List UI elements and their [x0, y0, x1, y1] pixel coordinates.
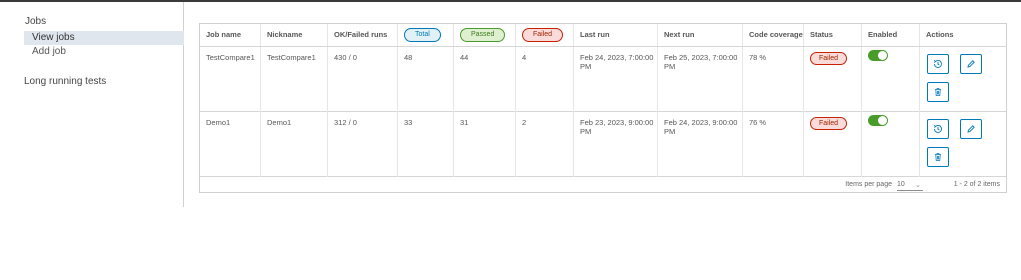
column-header-passed[interactable]: Passed [454, 24, 516, 46]
run-history-button[interactable] [927, 54, 949, 74]
column-header-status[interactable]: Status [804, 24, 862, 46]
cell-enabled [862, 112, 920, 177]
toggle-knob [878, 116, 887, 125]
delete-job-button[interactable] [927, 147, 949, 167]
pencil-icon [967, 125, 975, 133]
sidebar-group-jobs: Jobs [25, 16, 47, 27]
cell-next-run: Feb 24, 2023, 9:00:00 PM [658, 112, 743, 177]
column-header-enabled[interactable]: Enabled [862, 24, 920, 46]
sidebar-item-long-running-tests[interactable]: Long running tests [24, 76, 106, 87]
cell-failed: 2 [516, 112, 574, 177]
enabled-toggle[interactable] [868, 50, 888, 61]
sidebar-item-view-jobs[interactable]: View jobs [24, 31, 184, 45]
cell-failed: 4 [516, 47, 574, 112]
status-badge: Failed [810, 117, 848, 130]
cell-last-run: Feb 24, 2023, 7:00:00 PM [574, 47, 658, 112]
table-row: Demo1 Demo1 312 / 0 33 31 2 Feb 23, 2023… [200, 112, 1006, 177]
items-per-page-value: 10 [897, 181, 905, 188]
cell-total: 33 [398, 112, 454, 177]
cell-code-coverage: 76 % [743, 112, 804, 177]
enabled-toggle[interactable] [868, 115, 888, 126]
cell-last-run: Feb 23, 2023, 9:00:00 PM [574, 112, 658, 177]
edit-job-button[interactable] [960, 54, 982, 74]
cell-enabled [862, 47, 920, 112]
sidebar-item-add-job[interactable]: Add job [24, 45, 184, 59]
total-filter-pill[interactable]: Total [404, 28, 441, 42]
items-per-page-label: Items per page [845, 181, 892, 188]
column-header-nickname[interactable]: Nickname [261, 24, 328, 46]
items-per-page-select[interactable]: 10 ⌄ [897, 178, 923, 191]
delete-job-button[interactable] [927, 82, 949, 102]
cell-nickname: TestCompare1 [261, 47, 328, 112]
trash-icon [935, 88, 941, 96]
column-header-actions: Actions [926, 30, 954, 39]
cell-ok-failed-runs: 312 / 0 [328, 112, 398, 177]
pencil-icon [967, 60, 975, 68]
table-header-row: Job name Nickname OK/Failed runs Total P… [200, 24, 1006, 47]
cell-next-run: Feb 25, 2023, 7:00:00 PM [658, 47, 743, 112]
toggle-knob [878, 51, 887, 60]
cell-status: Failed [804, 112, 862, 177]
column-header-next-run[interactable]: Next run [658, 24, 743, 46]
column-header-job-name[interactable]: Job name [200, 24, 261, 46]
cell-code-coverage: 78 % [743, 47, 804, 112]
pagination-range: 1 - 2 of 2 items [953, 181, 1000, 188]
cell-passed: 44 [454, 47, 516, 112]
cell-job-name: TestCompare1 [200, 47, 261, 112]
cell-actions [920, 112, 1006, 177]
status-badge: Failed [810, 52, 848, 65]
run-history-button[interactable] [927, 119, 949, 139]
edit-job-button[interactable] [960, 119, 982, 139]
column-header-failed[interactable]: Failed [516, 24, 574, 46]
jobs-datagrid: Job name Nickname OK/Failed runs Total P… [199, 23, 1007, 193]
column-header-last-run[interactable]: Last run [574, 24, 658, 46]
cell-actions [920, 47, 1006, 112]
cell-job-name: Demo1 [200, 112, 261, 177]
sidebar: Jobs View jobs Add job Long running test… [0, 2, 184, 207]
cell-status: Failed [804, 47, 862, 112]
column-header-ok-failed-runs[interactable]: OK/Failed runs [328, 24, 398, 46]
cell-total: 48 [398, 47, 454, 112]
table-row: TestCompare1 TestCompare1 430 / 0 48 44 … [200, 47, 1006, 112]
chevron-down-icon: ⌄ [915, 182, 921, 189]
passed-filter-pill[interactable]: Passed [460, 28, 506, 42]
column-header-code-coverage[interactable]: Code coverage [743, 24, 804, 46]
history-icon [933, 60, 942, 68]
history-icon [933, 125, 942, 133]
cell-ok-failed-runs: 430 / 0 [328, 47, 398, 112]
datagrid-footer: Items per page 10 ⌄ 1 - 2 of 2 items [200, 177, 1006, 193]
failed-filter-pill[interactable]: Failed [522, 28, 564, 42]
cell-nickname: Demo1 [261, 112, 328, 177]
trash-icon [935, 153, 941, 161]
column-header-total[interactable]: Total [398, 24, 454, 46]
cell-passed: 31 [454, 112, 516, 177]
